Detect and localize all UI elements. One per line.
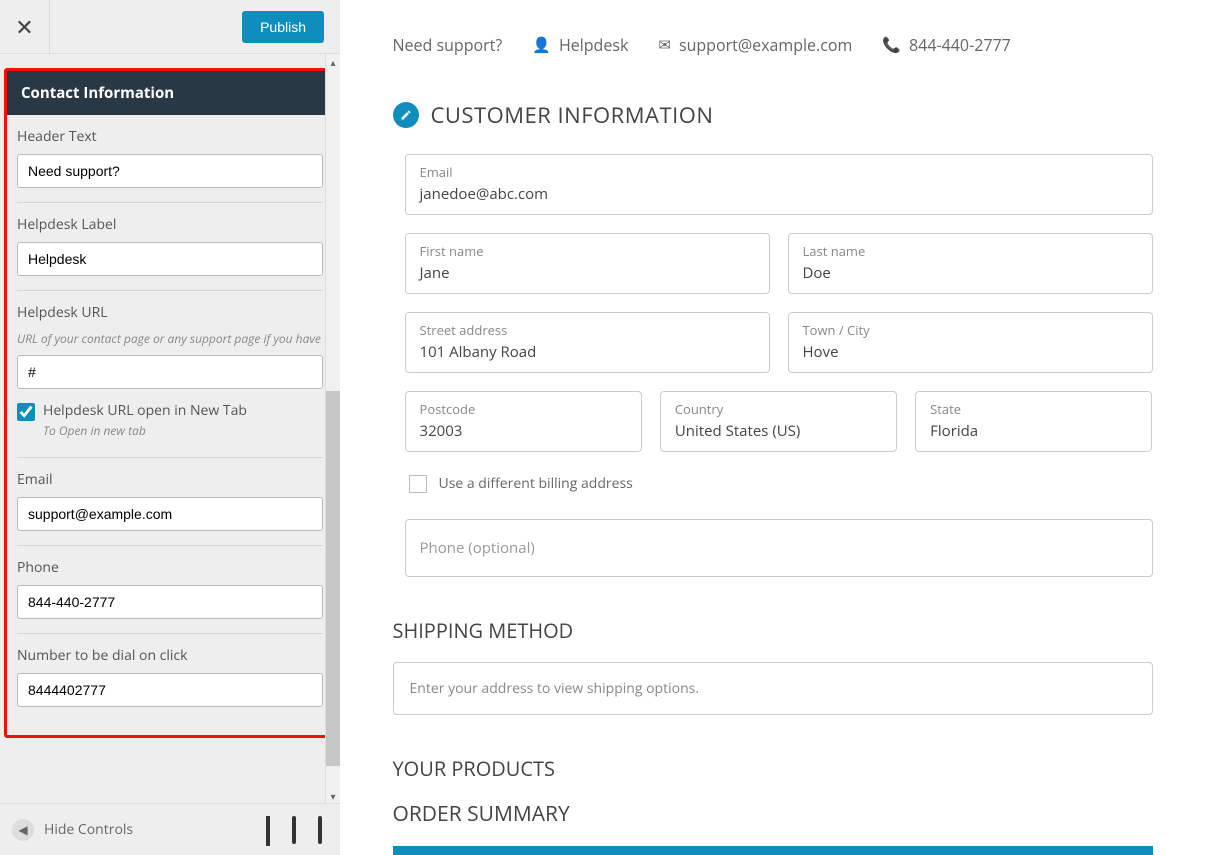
newtab-label: Helpdesk URL open in New Tab: [43, 401, 247, 420]
lastname-field[interactable]: Last name Doe: [788, 233, 1153, 294]
email-field-value: janedoe@abc.com: [420, 184, 1138, 204]
phone-field[interactable]: Phone (optional): [405, 519, 1153, 577]
panel-title: Contact Information: [7, 71, 333, 115]
state-field[interactable]: State Florida: [915, 391, 1152, 452]
order-summary-heading: ORDER SUMMARY: [393, 800, 1153, 828]
sidebar-top-bar: ✕ Publish: [0, 0, 340, 54]
user-icon: 👤: [532, 35, 551, 55]
phone-placeholder: Phone (optional): [420, 538, 535, 558]
phone-input[interactable]: [17, 585, 323, 619]
phone-icon: 📞: [882, 35, 901, 55]
hide-controls-button[interactable]: ◀ Hide Controls: [12, 819, 133, 841]
email-input[interactable]: [17, 497, 323, 531]
shipping-placeholder-box: Enter your address to view shipping opti…: [393, 662, 1153, 715]
helpdesk-url-input[interactable]: [17, 355, 323, 389]
device-desktop-icon[interactable]: [266, 818, 270, 842]
hide-controls-icon: ◀: [12, 819, 34, 841]
scroll-up-arrow[interactable]: ▴: [326, 54, 340, 69]
street-field[interactable]: Street address 101 Albany Road: [405, 312, 770, 373]
edit-customer-info-button[interactable]: [393, 102, 419, 128]
shipping-method-heading: SHIPPING METHOD: [393, 617, 1153, 644]
coupon-bar[interactable]: Have a coupon? Click here to enter your …: [393, 846, 1153, 855]
newtab-checkbox[interactable]: [17, 403, 35, 421]
sidebar-scroll-area: Contact Information Header Text Helpdesk…: [0, 54, 340, 803]
support-bar: Need support? 👤 Helpdesk ✉ support@examp…: [393, 30, 1153, 60]
mail-icon: ✉: [658, 35, 671, 55]
customizer-sidebar: ✕ Publish Contact Information Header Tex…: [0, 0, 340, 855]
hide-controls-label: Hide Controls: [44, 820, 133, 839]
support-phone-link[interactable]: 📞 844-440-2777: [882, 34, 1010, 56]
email-label: Email: [17, 470, 323, 489]
scroll-thumb[interactable]: [326, 391, 340, 766]
device-mobile-icon[interactable]: [318, 818, 322, 842]
country-field[interactable]: Country United States (US): [660, 391, 897, 452]
helpdesk-label-label: Helpdesk Label: [17, 215, 323, 234]
helpdesk-url-help: URL of your contact page or any support …: [17, 330, 323, 347]
email-field[interactable]: Email janedoe@abc.com: [405, 154, 1153, 215]
billing-checkbox[interactable]: [409, 475, 427, 493]
sidebar-footer: ◀ Hide Controls: [0, 803, 340, 855]
helpdesk-label-input[interactable]: [17, 242, 323, 276]
customer-info-heading: CUSTOMER INFORMATION: [431, 100, 714, 130]
scroll-down-arrow[interactable]: ▾: [326, 788, 340, 803]
highlighted-panel: Contact Information Header Text Helpdesk…: [4, 68, 336, 738]
support-email-link[interactable]: ✉ support@example.com: [658, 34, 852, 56]
close-button[interactable]: ✕: [0, 0, 50, 54]
header-text-label: Header Text: [17, 127, 323, 146]
pencil-icon: [400, 109, 412, 121]
firstname-field[interactable]: First name Jane: [405, 233, 770, 294]
billing-label: Use a different billing address: [439, 474, 633, 493]
support-helpdesk-link[interactable]: 👤 Helpdesk: [532, 34, 628, 56]
coupon-link-text: Click here to enter your code: [521, 851, 722, 855]
city-field[interactable]: Town / City Hove: [788, 312, 1153, 373]
helpdesk-url-label: Helpdesk URL: [17, 303, 323, 322]
your-products-heading: YOUR PRODUCTS: [393, 755, 1153, 782]
email-field-label: Email: [420, 163, 1138, 181]
newtab-help: To Open in new tab: [43, 422, 247, 439]
dial-label: Number to be dial on click: [17, 646, 323, 665]
dial-input[interactable]: [17, 673, 323, 707]
postcode-field[interactable]: Postcode 32003: [405, 391, 642, 452]
header-text-input[interactable]: [17, 154, 323, 188]
publish-button[interactable]: Publish: [242, 11, 324, 43]
sidebar-scrollbar[interactable]: ▴ ▾: [325, 54, 340, 803]
preview-pane: Need support? 👤 Helpdesk ✉ support@examp…: [340, 0, 1205, 855]
support-need-text: Need support?: [393, 34, 503, 56]
device-tablet-icon[interactable]: [292, 818, 296, 842]
phone-label: Phone: [17, 558, 323, 577]
